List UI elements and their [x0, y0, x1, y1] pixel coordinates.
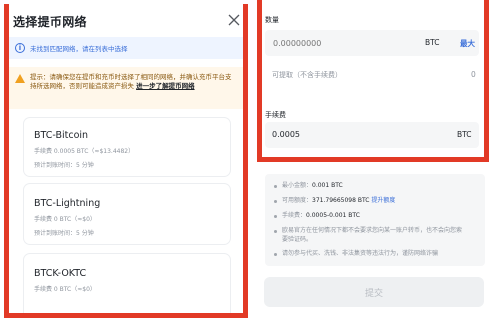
amount-field[interactable]: BTC 最大 [265, 30, 479, 56]
network-option-btc-bitcoin[interactable]: BTC-Bitcoin 手续费 0.0005 BTC（≈$13.4482） 预计… [24, 118, 230, 176]
bullet-dot [274, 230, 277, 233]
modal-header: 选择提币网络 [11, 11, 243, 37]
note-min-amount: 最小金额：0.001 BTC [265, 182, 343, 191]
network-fee: 手续费 0 BTC（≈$0） [34, 216, 96, 223]
network-name: BTCK-OKTC [34, 268, 87, 279]
quantity-label: 数量 [265, 16, 279, 24]
note-label: 最小金额： [282, 182, 313, 189]
network-option-btck-oktc[interactable]: BTCK-OKTC 手续费 0 BTC（≈$0） [24, 254, 230, 313]
warning-icon [15, 74, 25, 83]
network-eta: 预计到账时间：5 分钟 [34, 162, 94, 169]
learn-more-link[interactable]: 进一步了解提币网络 [136, 82, 195, 90]
note-value: 371.79665098 BTC [312, 197, 370, 204]
note-value: 0.001 BTC [312, 182, 343, 189]
fee-value: 0.0005 [272, 130, 300, 139]
submit-button[interactable]: 提交 [264, 277, 484, 307]
info-icon: i [15, 43, 25, 53]
withdraw-notes: 最小金额：0.001 BTC 可用额度：371.79665098 BTC 提升额… [265, 174, 485, 266]
close-icon[interactable] [225, 11, 243, 29]
fee-field: 0.0005 BTC [265, 122, 479, 148]
available-label: 可提取（不含手续费） [272, 71, 342, 79]
warning-text: 提示：请确保您在提币和充币时选择了相同的网络，并确认充币平台支持所选网络，否则可… [30, 73, 237, 109]
max-button[interactable]: 最大 [460, 38, 475, 49]
bullet-dot [274, 200, 277, 203]
available-value: 0 [471, 70, 476, 79]
network-fee: 手续费 0 BTC（≈$0） [34, 286, 96, 293]
raise-limit-link[interactable]: 提升额度 [371, 197, 395, 204]
bullet-dot [274, 185, 277, 188]
note-label: 手续费： [282, 212, 307, 219]
note-label: 可用额度： [282, 197, 313, 204]
network-name: BTC-Bitcoin [34, 130, 89, 141]
modal-title: 选择提币网络 [13, 15, 87, 29]
network-eta: 预计到账时间：5 分钟 [34, 230, 94, 237]
note-official: 欧易官方在任何情况下都不会要求您向某一账户转币，也不会向您索要验证码。 [265, 227, 465, 244]
network-name: BTC-Lightning [34, 198, 101, 209]
info-banner: i 未找到匹配网络，请在列表中选择 [9, 37, 243, 59]
warning-banner: 提示：请确保您在提币和充币时选择了相同的网络，并确认充币平台支持所选网络，否则可… [9, 67, 243, 109]
amount-unit: BTC [425, 38, 440, 47]
network-select-modal: 选择提币网络 i 未找到匹配网络，请在列表中选择 提示：请确保您在提币和充币时选… [4, 4, 248, 318]
bullet-dot [274, 253, 277, 256]
fee-label: 手续费 [265, 111, 286, 119]
note-warning-text: 请勿参与代买、洗钱、非法集资等违法行为，谨防网络诈骗 [282, 250, 439, 257]
note-official-text: 欧易官方在任何情况下都不会要求您向某一账户转币，也不会向您索要验证码。 [282, 227, 463, 243]
note-limit: 可用额度：371.79665098 BTC 提升额度 [265, 197, 395, 206]
note-value: 0.0005-0.001 BTC [306, 212, 360, 219]
network-option-btc-lightning[interactable]: BTC-Lightning 手续费 0 BTC（≈$0） 预计到账时间：5 分钟 [24, 184, 230, 244]
fee-unit: BTC [457, 130, 472, 139]
info-text: 未找到匹配网络，请在列表中选择 [30, 45, 128, 53]
bullet-dot [274, 215, 277, 218]
network-fee: 手续费 0.0005 BTC（≈$13.4482） [34, 148, 135, 155]
warning-message: 提示：请确保您在提币和充币时选择了相同的网络，并确认充币平台支持所选网络，否则可… [30, 73, 232, 90]
note-fraud-warning: 请勿参与代买、洗钱、非法集资等违法行为，谨防网络诈骗 [265, 250, 479, 259]
note-fee: 手续费：0.0005-0.001 BTC [265, 212, 360, 221]
withdraw-form: 数量 BTC 最大 可提取（不含手续费） 0 手续费 0.0005 BTC [257, 0, 489, 162]
amount-input[interactable] [273, 39, 383, 48]
